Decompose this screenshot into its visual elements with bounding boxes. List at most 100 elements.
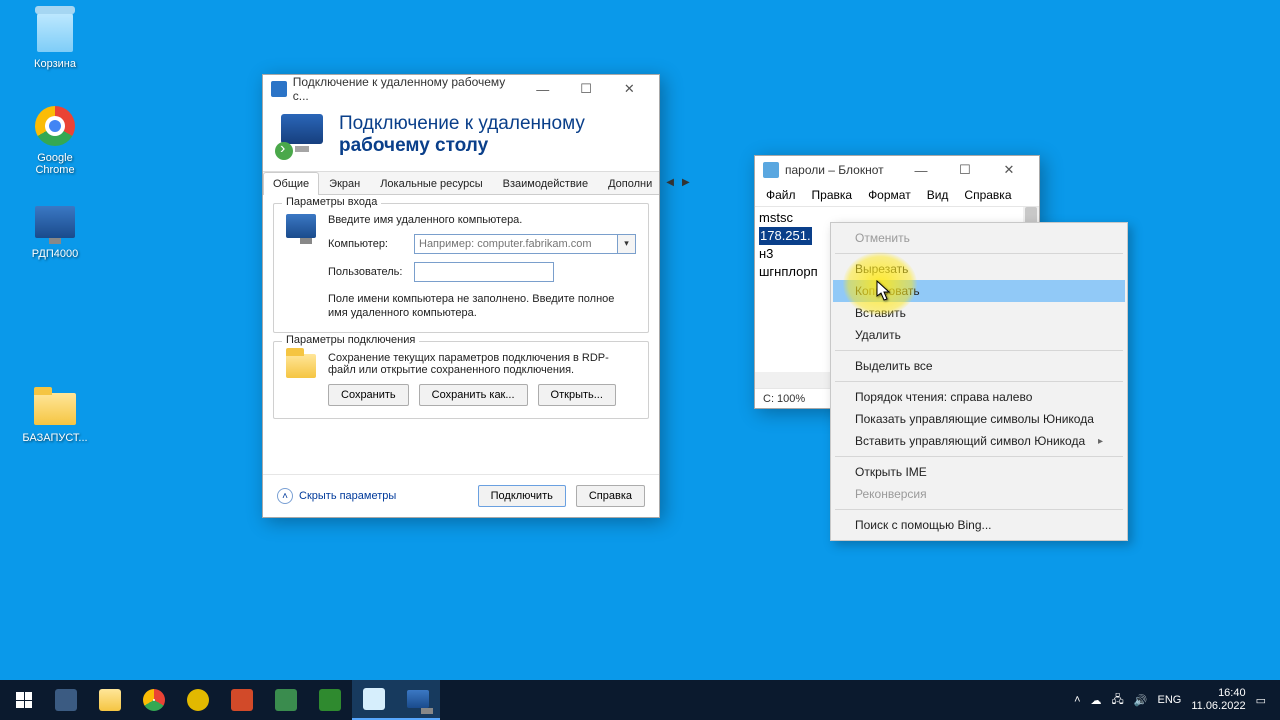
login-group: Параметры входа Введите имя удаленного к…: [273, 203, 649, 334]
conn-text: Сохранение текущих параметров подключени…: [328, 352, 636, 376]
desktop-icon-recycle-bin[interactable]: Корзина: [18, 10, 92, 70]
windows-logo-icon: [16, 692, 32, 708]
tabs-scroll-left[interactable]: ◀: [662, 175, 678, 190]
menu-file[interactable]: Файл: [759, 186, 803, 204]
connect-button[interactable]: Подключить: [478, 485, 566, 507]
taskbar-app-taskview[interactable]: [44, 680, 88, 720]
banner-line1: Подключение к удаленному: [339, 113, 585, 134]
tray-volume-icon[interactable]: 🔊: [1134, 694, 1148, 707]
close-button[interactable]: ✕: [608, 75, 651, 103]
login-legend: Параметры входа: [282, 196, 381, 208]
rdp-footer: ˄ Скрыть параметры Подключить Справка: [263, 474, 659, 517]
ctx-show-unicode[interactable]: Показать управляющие символы Юникода: [833, 408, 1125, 430]
login-prompt: Введите имя удаленного компьютера.: [328, 214, 636, 226]
recycle-bin-icon: [37, 12, 73, 52]
maximize-button[interactable]: ☐: [564, 75, 607, 103]
notepad-title: пароли – Блокнот: [785, 163, 884, 177]
taskbar-app-rdp[interactable]: [396, 680, 440, 720]
ctx-delete[interactable]: Удалить: [833, 324, 1125, 346]
folder-icon: [34, 393, 76, 425]
hide-label: Скрыть параметры: [299, 490, 396, 502]
desktop-icon-rdp4000[interactable]: РДП4000: [18, 200, 92, 260]
context-menu: Отменить Вырезать Копировать Вставить Уд…: [830, 222, 1128, 541]
icon-label: Google Chrome: [18, 152, 92, 176]
banner-line2: рабочему столу: [339, 135, 488, 156]
tray-chevron-icon[interactable]: ˄: [1074, 694, 1080, 706]
conn-legend: Параметры подключения: [282, 334, 419, 346]
tray-cloud-icon[interactable]: ☁: [1091, 694, 1102, 707]
user-input[interactable]: [414, 262, 554, 282]
icon-label: БАЗАПУСТ...: [18, 432, 92, 444]
rdp-title: Подключение к удаленному рабочему с...: [293, 75, 521, 103]
minimize-button[interactable]: —: [899, 156, 943, 184]
chrome-icon: [35, 106, 75, 146]
ctx-undo[interactable]: Отменить: [833, 227, 1125, 249]
ctx-cut[interactable]: Вырезать: [833, 258, 1125, 280]
ctx-bing-search[interactable]: Поиск с помощью Bing...: [833, 514, 1125, 536]
ctx-paste[interactable]: Вставить: [833, 302, 1125, 324]
clock-time: 16:40: [1191, 687, 1245, 700]
taskbar-app-6[interactable]: [264, 680, 308, 720]
user-label: Пользователь:: [328, 266, 406, 278]
help-button[interactable]: Справка: [576, 485, 645, 507]
folder-icon: [286, 354, 316, 378]
taskbar-app-explorer[interactable]: [88, 680, 132, 720]
desktop-icon-folder[interactable]: БАЗАПУСТ...: [18, 384, 92, 444]
menu-format[interactable]: Формат: [861, 186, 918, 204]
taskbar-app-1c[interactable]: [176, 680, 220, 720]
computer-label: Компьютер:: [328, 238, 406, 250]
computer-input[interactable]: [414, 234, 618, 254]
notepad-menubar: Файл Правка Формат Вид Справка: [755, 184, 1039, 206]
tray-lang[interactable]: ENG: [1158, 694, 1182, 706]
notepad-titlebar[interactable]: пароли – Блокнот — ☐ ✕: [755, 156, 1039, 184]
open-button[interactable]: Открыть...: [538, 384, 616, 406]
taskbar[interactable]: ˄ ☁ 🖧 🔊 ENG 16:40 11.06.2022 ▭: [0, 680, 1280, 720]
menu-help[interactable]: Справка: [957, 186, 1018, 204]
taskbar-app-5[interactable]: [220, 680, 264, 720]
computer-icon: [286, 214, 316, 238]
minimize-button[interactable]: —: [521, 75, 564, 103]
rdp-tabs: Общие Экран Локальные ресурсы Взаимодейс…: [263, 172, 659, 195]
computer-dropdown-button[interactable]: ▾: [618, 234, 636, 254]
ctx-rtl[interactable]: Порядок чтения: справа налево: [833, 386, 1125, 408]
clock-date: 11.06.2022: [1191, 700, 1245, 713]
tab-experience[interactable]: Взаимодействие: [493, 172, 598, 195]
taskbar-app-notepad[interactable]: [352, 680, 396, 720]
notepad-app-icon: [763, 162, 779, 178]
tab-local-resources[interactable]: Локальные ресурсы: [370, 172, 492, 195]
rdp-titlebar[interactable]: Подключение к удаленному рабочему с... —…: [263, 75, 659, 103]
text-selection: 178.251.: [759, 227, 812, 245]
login-hint: Поле имени компьютера не заполнено. Введ…: [328, 292, 636, 321]
rdp-banner: Подключение к удаленному рабочему столу: [263, 103, 659, 172]
icon-label: Корзина: [18, 58, 92, 70]
system-tray[interactable]: ˄ ☁ 🖧 🔊 ENG 16:40 11.06.2022 ▭: [1064, 687, 1276, 713]
save-button[interactable]: Сохранить: [328, 384, 409, 406]
menu-edit[interactable]: Правка: [805, 186, 860, 204]
taskbar-app-chrome[interactable]: [132, 680, 176, 720]
close-button[interactable]: ✕: [987, 156, 1031, 184]
ctx-reconversion[interactable]: Реконверсия: [833, 483, 1125, 505]
rdp-banner-icon: [281, 114, 323, 156]
tab-display[interactable]: Экран: [319, 172, 370, 195]
saveas-button[interactable]: Сохранить как...: [419, 384, 528, 406]
zoom-label: С: 100%: [763, 393, 805, 405]
rdp-icon: [35, 206, 75, 238]
tray-notifications-icon[interactable]: ▭: [1256, 694, 1266, 707]
ctx-select-all[interactable]: Выделить все: [833, 355, 1125, 377]
ctx-copy[interactable]: Копировать: [833, 280, 1125, 302]
tab-general[interactable]: Общие: [263, 172, 319, 195]
tab-advanced[interactable]: Дополни: [598, 172, 662, 195]
taskbar-app-7[interactable]: [308, 680, 352, 720]
conn-group: Параметры подключения Сохранение текущих…: [273, 341, 649, 419]
ctx-insert-unicode[interactable]: Вставить управляющий символ Юникода ▸: [833, 430, 1125, 452]
hide-params-toggle[interactable]: ˄ Скрыть параметры: [277, 488, 396, 504]
start-button[interactable]: [4, 680, 44, 720]
tray-network-icon[interactable]: 🖧: [1112, 691, 1124, 710]
menu-view[interactable]: Вид: [920, 186, 956, 204]
desktop-icon-chrome[interactable]: Google Chrome: [18, 104, 92, 176]
rdp-window[interactable]: Подключение к удаленному рабочему с... —…: [262, 74, 660, 518]
maximize-button[interactable]: ☐: [943, 156, 987, 184]
tabs-scroll-right[interactable]: ▶: [678, 175, 694, 190]
taskbar-clock[interactable]: 16:40 11.06.2022: [1191, 687, 1245, 713]
ctx-ime[interactable]: Открыть IME: [833, 461, 1125, 483]
